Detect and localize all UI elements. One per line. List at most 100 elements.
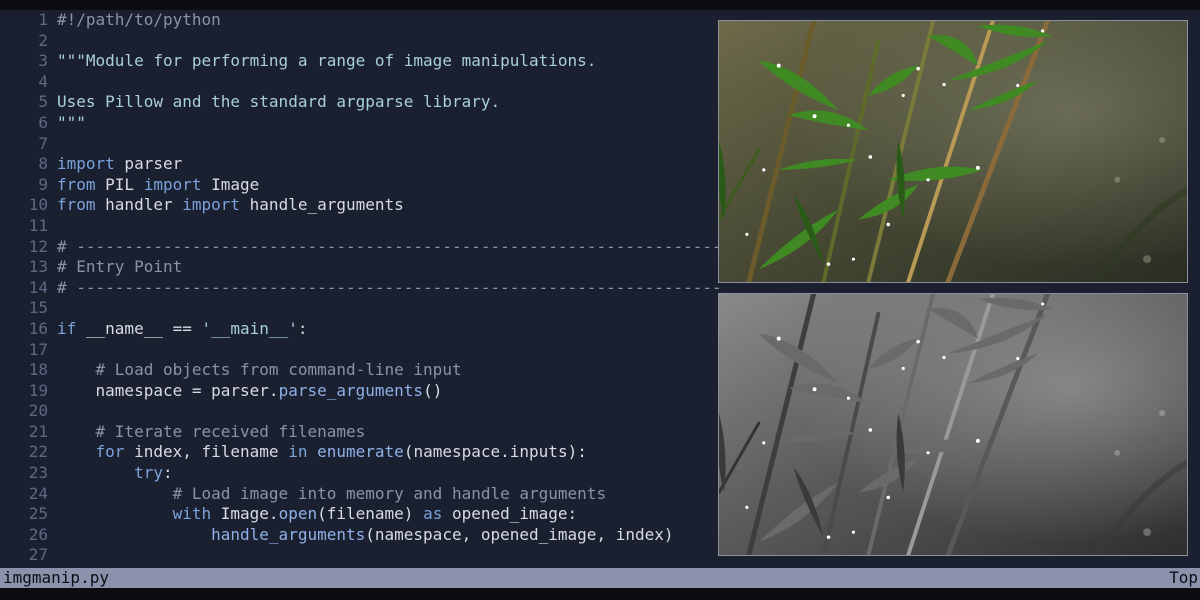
status-scroll-position: Top — [1169, 568, 1198, 587]
code-token-plain: handle_arguments — [240, 195, 404, 215]
code-line[interactable]: 15 — [0, 298, 712, 319]
code-token-keyword: if — [57, 318, 77, 338]
code-line[interactable]: 20 — [0, 401, 712, 422]
code-token-string: '__main__' — [201, 318, 298, 338]
code-token-plain: (namespace, opened_image, index) — [365, 524, 674, 544]
code-line[interactable]: 3 """Module for performing a range of ima… — [0, 51, 712, 72]
command-line[interactable] — [0, 588, 1200, 600]
code-line[interactable]: 27 — [0, 545, 712, 566]
code-line[interactable]: 12 # ------------------------------------… — [0, 236, 722, 258]
line-number: 19 — [28, 380, 48, 400]
code-line[interactable]: 4 — [0, 72, 712, 93]
code-line[interactable]: 17 — [0, 340, 712, 361]
code-token-comment: #!/path/to/python — [57, 10, 221, 29]
code-line[interactable]: 26 handle_arguments(namespace, opened_im… — [0, 525, 712, 546]
line-number: 12 — [28, 236, 48, 256]
code-token-plain: : — [162, 463, 173, 483]
line-number: 3 — [38, 51, 48, 71]
code-token-comment: # --------------------------------------… — [57, 236, 722, 256]
code-line[interactable]: 7 — [0, 134, 712, 155]
code-line[interactable]: 6 """ — [0, 113, 712, 134]
code-token-func: enumerate — [317, 442, 404, 462]
line-number: 15 — [28, 298, 48, 318]
grayscale-photo-panel — [718, 293, 1188, 556]
code-line[interactable]: 19 namespace = parser.parse_arguments() — [0, 381, 712, 402]
code-token-string: """ — [57, 112, 86, 132]
code-line[interactable]: 8 import parser — [0, 154, 712, 175]
line-number: 6 — [38, 112, 48, 132]
code-token-keyword: import — [182, 195, 241, 215]
line-number: 4 — [38, 71, 48, 91]
code-editor[interactable]: 1 #!/path/to/python 2 3 """Module for perfor… — [0, 10, 1200, 568]
code-token-func: parse_arguments — [278, 380, 424, 400]
code-line[interactable]: 21 # Iterate received filenames — [0, 422, 712, 443]
line-number: 5 — [38, 92, 48, 112]
code-token-keyword: from — [57, 174, 96, 194]
line-number: 9 — [38, 174, 48, 194]
code-line[interactable]: 24 # Load image into memory and handle a… — [0, 484, 712, 505]
code-token-comment: # Load image into memory and handle argu… — [57, 483, 607, 503]
code-line[interactable]: 14 # ------------------------------------… — [0, 278, 722, 299]
code-token-comment: # --------------------------------------… — [57, 277, 722, 297]
code-line[interactable]: 10 from handler import handle_arguments — [0, 195, 712, 216]
color-photo-panel — [718, 20, 1188, 283]
top-bar — [0, 0, 1200, 10]
code-line[interactable]: 23 try: — [0, 463, 712, 484]
code-token-plain: : — [297, 318, 308, 338]
code-line[interactable]: 18 # Load objects from command-line inpu… — [0, 360, 712, 381]
line-number: 23 — [28, 463, 48, 483]
code-token-plain: __name__ == — [76, 318, 202, 338]
code-token-plain: (namespace.inputs): — [403, 442, 587, 462]
code-token-comment: # Entry Point — [57, 257, 183, 277]
line-number: 8 — [38, 154, 48, 174]
code-line[interactable]: 11 — [0, 216, 712, 237]
code-line[interactable]: 1 #!/path/to/python — [0, 10, 712, 31]
line-number: 22 — [28, 442, 48, 462]
status-filename: imgmanip.py — [3, 568, 109, 587]
code-token-plain: handler — [95, 195, 183, 215]
code-area[interactable]: 1 #!/path/to/python 2 3 """Module for perfor… — [0, 10, 722, 566]
bamboo-grayscale-photo — [719, 294, 1187, 555]
line-number: 2 — [38, 30, 48, 50]
line-number: 17 — [28, 339, 48, 359]
bamboo-color-photo — [719, 21, 1187, 282]
code-token-plain: opened_image: — [442, 504, 578, 524]
line-number: 11 — [28, 215, 48, 235]
code-token-string: """Module for performing a range of imag… — [57, 51, 597, 71]
code-token-keyword: try — [134, 463, 163, 483]
line-number: 20 — [28, 401, 48, 421]
code-line[interactable]: 13 # Entry Point — [0, 257, 712, 278]
line-number: 7 — [38, 133, 48, 153]
code-token-keyword: for — [95, 442, 125, 462]
code-token-keyword: in — [288, 442, 308, 462]
code-line[interactable]: 25 with Image.open(filename) as opened_i… — [0, 504, 712, 525]
code-token-plain: () — [423, 380, 443, 400]
code-token-plain: Image. — [211, 504, 279, 524]
code-token-keyword: from — [57, 195, 96, 215]
line-number: 18 — [28, 360, 48, 380]
code-token-string: Uses Pillow and the standard argparse li… — [57, 92, 501, 112]
code-token-plain: PIL — [95, 174, 144, 194]
code-token-keyword: as — [423, 504, 443, 524]
code-token-func: handle_arguments — [211, 524, 366, 544]
line-number: 16 — [28, 318, 48, 338]
code-token-plain: Image — [201, 174, 260, 194]
code-line[interactable]: 9 from PIL import Image — [0, 175, 712, 196]
code-token-comment: # Iterate received filenames — [57, 421, 366, 441]
code-token-comment: # Load objects from command-line input — [57, 360, 462, 380]
code-line[interactable]: 16 if __name__ == '__main__': — [0, 319, 712, 340]
line-number: 13 — [28, 257, 48, 277]
code-token-plain: parser — [114, 154, 183, 174]
code-line[interactable]: 5 Uses Pillow and the standard argparse l… — [0, 92, 712, 113]
code-line[interactable]: 2 — [0, 31, 712, 52]
code-token-func: open — [278, 504, 318, 524]
line-number: 24 — [28, 483, 48, 503]
line-number: 1 — [38, 10, 48, 29]
code-line[interactable]: 22 for index, filename in enumerate(name… — [0, 442, 712, 463]
status-line: imgmanip.py Top — [0, 568, 1200, 588]
